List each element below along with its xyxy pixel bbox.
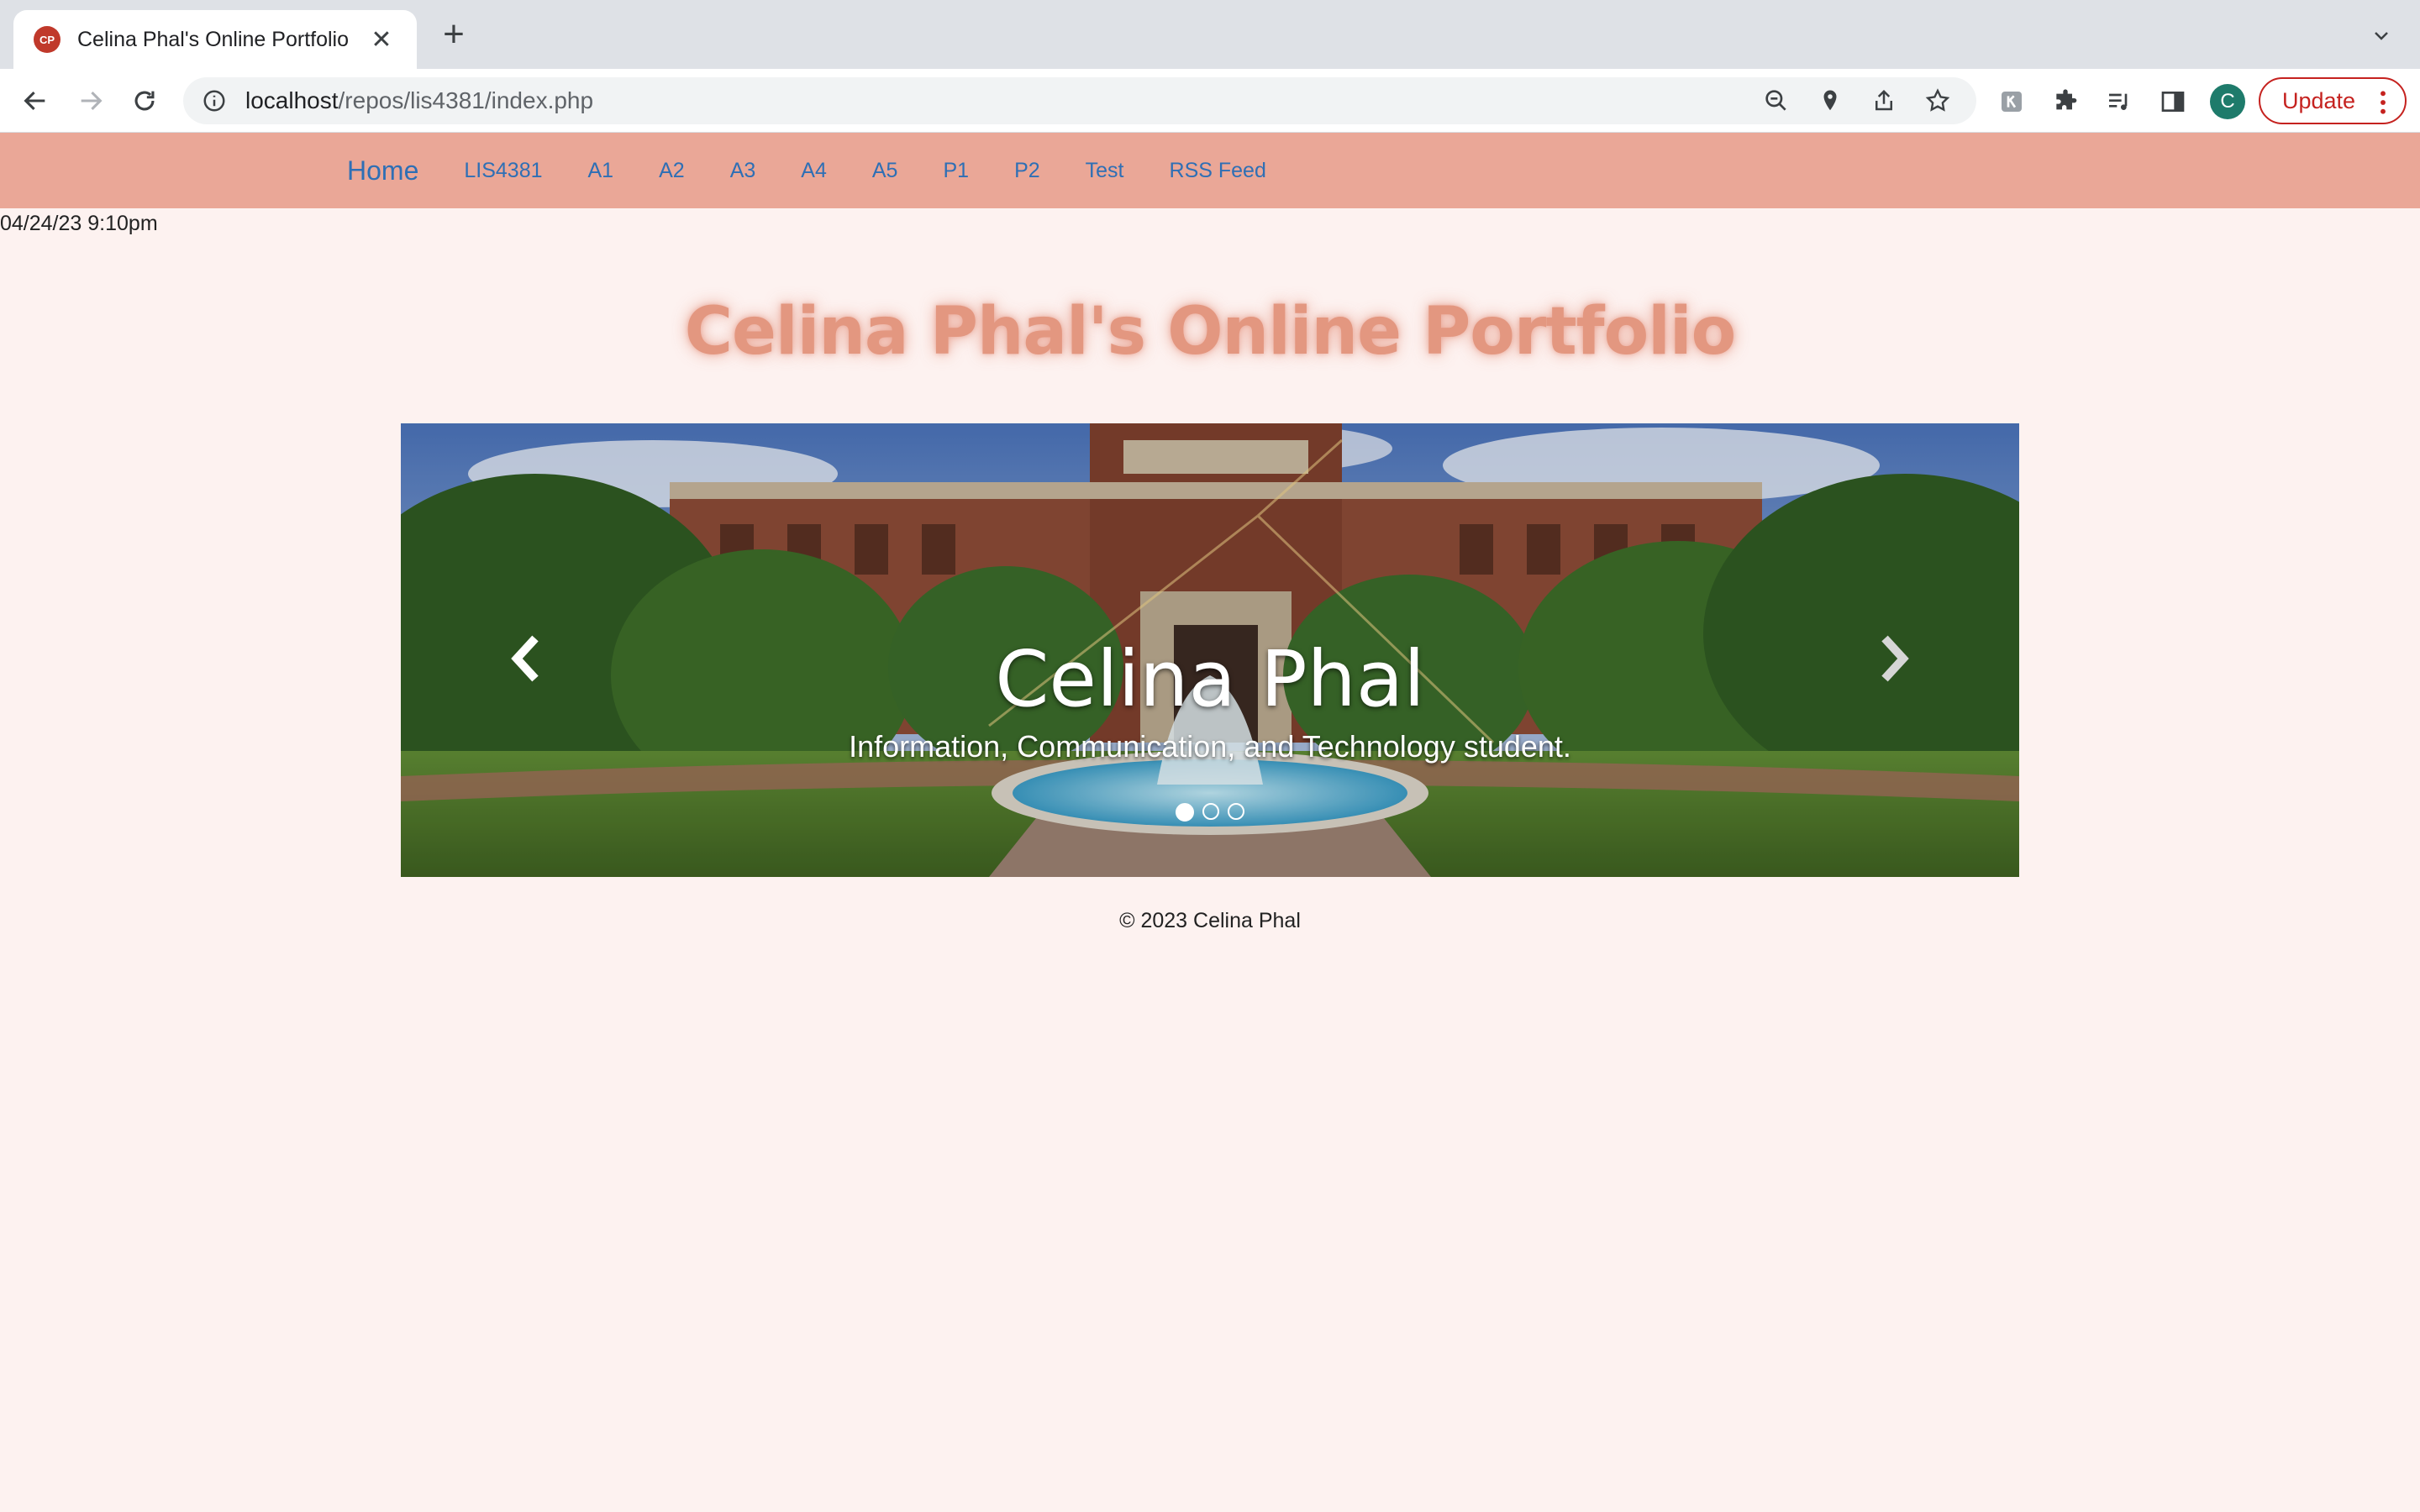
extensions-puzzle-icon[interactable] — [2049, 85, 2082, 118]
tab-strip: CP Celina Phal's Online Portfolio ✕ + — [0, 0, 2420, 69]
image-carousel[interactable]: Celina Phal Information, Communication, … — [401, 423, 2019, 877]
nav-link-a3[interactable]: A3 — [730, 159, 756, 183]
caption-title: Celina Phal — [995, 634, 1425, 724]
forward-icon[interactable] — [71, 81, 111, 121]
carousel-indicator-2[interactable] — [1202, 803, 1219, 820]
nav-link-rss-feed[interactable]: RSS Feed — [1170, 159, 1266, 183]
update-label: Update — [2282, 87, 2356, 113]
nav-home-link[interactable]: Home — [347, 155, 418, 186]
profile-avatar[interactable]: C — [2210, 84, 2245, 119]
nav-link-p2[interactable]: P2 — [1014, 159, 1040, 183]
carousel-caption: Celina Phal Information, Communication, … — [401, 633, 2019, 764]
nav-link-lis4381[interactable]: LIS4381 — [464, 159, 542, 183]
nav-link-a4[interactable]: A4 — [801, 159, 827, 183]
zoom-out-icon[interactable] — [1760, 84, 1793, 118]
media-queue-icon[interactable] — [2102, 85, 2136, 118]
address-bar[interactable]: localhost/repos/lis4381/index.php — [183, 77, 1976, 124]
footer-copyright: © 2023 Celina Phal — [1119, 909, 1301, 932]
side-panel-icon[interactable] — [2156, 85, 2190, 118]
nav-link-a1[interactable]: A1 — [588, 159, 614, 183]
tab-search-chevron-icon[interactable] — [2371, 25, 2391, 45]
caption-subtitle: Information, Communication, and Technolo… — [849, 729, 1571, 764]
url-text: localhost/repos/lis4381/index.php — [245, 87, 594, 113]
carousel-indicator-3[interactable] — [1228, 803, 1244, 820]
page-title: Celina Phal's Online Portfolio — [684, 294, 1736, 370]
browser-toolbar: localhost/repos/lis4381/index.php C Upda… — [0, 69, 2420, 133]
update-button[interactable]: Update — [2259, 77, 2407, 124]
nav-links: LIS4381 A1 A2 A3 A4 A5 P1 P2 Test RSS Feed — [464, 159, 1312, 183]
favicon-icon: CP — [34, 26, 60, 53]
close-tab-icon[interactable]: ✕ — [366, 25, 397, 55]
bookmark-star-icon[interactable] — [1921, 84, 1954, 118]
new-tab-icon[interactable]: + — [437, 16, 471, 53]
back-icon[interactable] — [15, 81, 55, 121]
site-navbar: Home LIS4381 A1 A2 A3 A4 A5 P1 P2 Test RSS Feed — [0, 133, 2420, 208]
carousel-indicators — [401, 803, 2019, 822]
timestamp: 04/24/23 9:10pm — [0, 212, 158, 235]
location-pin-icon[interactable] — [1813, 84, 1847, 118]
reload-icon[interactable] — [124, 81, 165, 121]
tab-title: Celina Phal's Online Portfolio — [77, 27, 349, 51]
share-icon[interactable] — [1867, 84, 1901, 118]
more-menu-icon[interactable] — [2378, 89, 2388, 116]
nav-link-test[interactable]: Test — [1086, 159, 1124, 183]
carousel-indicator-1[interactable] — [1176, 803, 1194, 822]
nav-link-a5[interactable]: A5 — [872, 159, 898, 183]
site-info-icon[interactable] — [202, 88, 227, 113]
browser-tab[interactable]: CP Celina Phal's Online Portfolio ✕ — [13, 10, 417, 69]
nav-link-p1[interactable]: P1 — [943, 159, 969, 183]
nav-link-a2[interactable]: A2 — [659, 159, 685, 183]
extension-app-icon[interactable] — [1995, 85, 2028, 118]
